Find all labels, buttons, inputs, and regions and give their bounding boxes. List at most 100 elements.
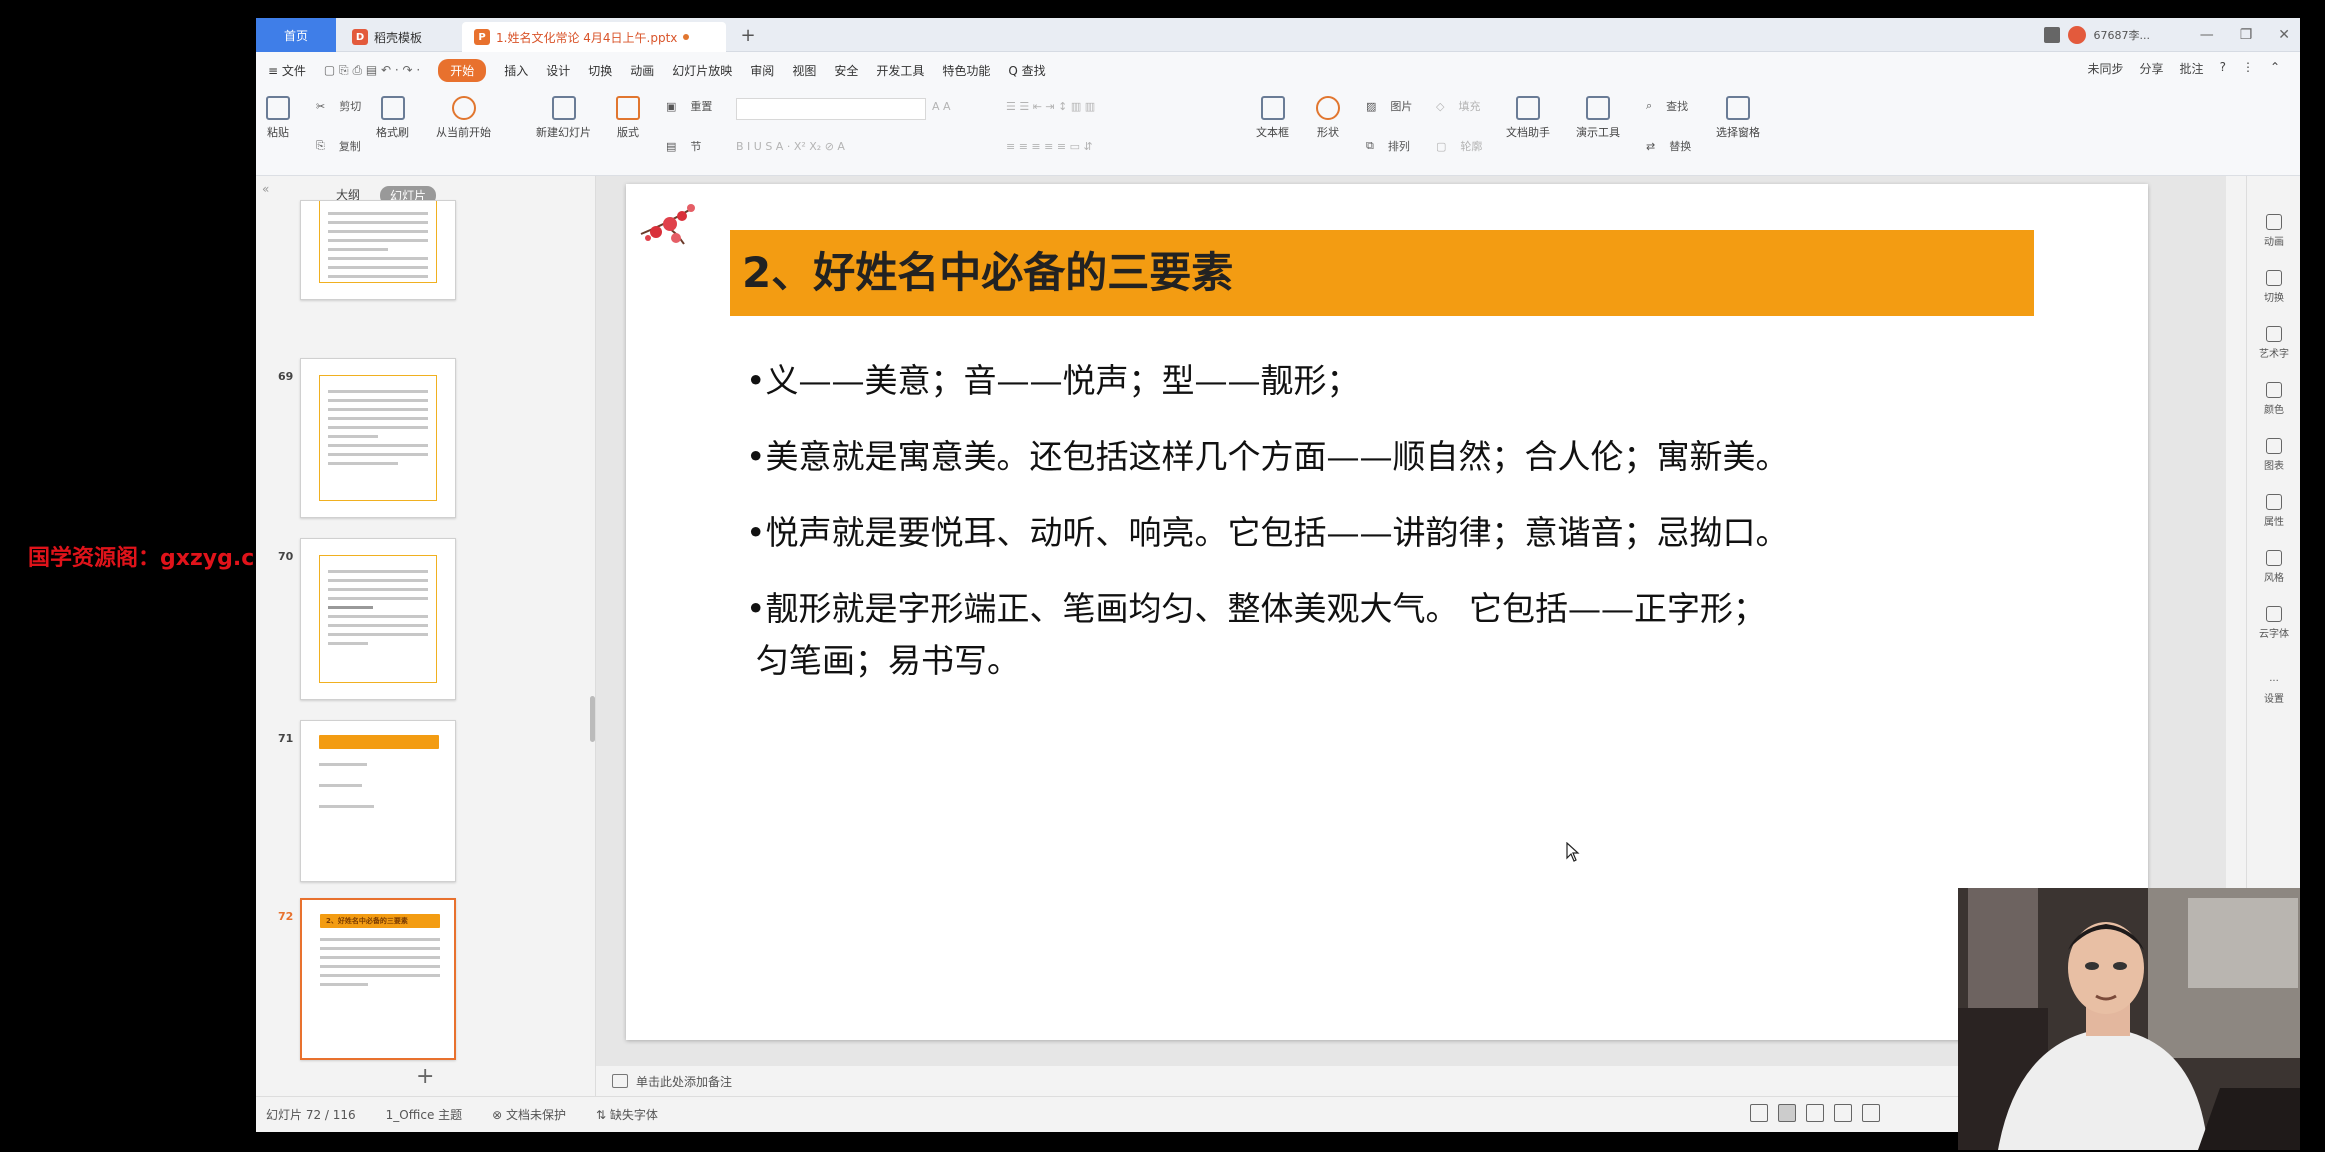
font-style-buttons[interactable]: B I U S A · X² X₂ ⊘ A xyxy=(736,140,845,153)
tab-home[interactable]: 首页 xyxy=(256,18,336,52)
format-painter-button[interactable]: 格式刷 xyxy=(376,96,409,140)
menu-developer[interactable]: 开发工具 xyxy=(876,62,924,79)
slide-thumbnail[interactable] xyxy=(300,538,456,700)
fill-icon: ◇ xyxy=(1436,99,1445,113)
menu-security[interactable]: 安全 xyxy=(834,62,858,79)
pane-style[interactable]: 风格 xyxy=(2247,550,2300,584)
copy-button[interactable]: ⎘ 复制 xyxy=(316,138,361,154)
quick-access-icons[interactable]: ▢ ⎘ ⎙ ▤ ↶ · ↷ · xyxy=(324,63,420,78)
normal-view-icon[interactable] xyxy=(1778,1104,1796,1122)
new-slide-button[interactable]: 新建幻灯片 xyxy=(536,96,591,140)
close-icon[interactable]: ✕ xyxy=(2278,27,2290,43)
paragraph-buttons[interactable]: ☰ ☰ ⇤ ⇥ ↕ ▥ ▥ xyxy=(1006,100,1095,113)
select-pane-icon xyxy=(1726,96,1750,120)
avatar[interactable] xyxy=(2067,26,2086,44)
menu-view[interactable]: 视图 xyxy=(792,62,816,79)
pane-transition[interactable]: 切换 xyxy=(2247,270,2300,304)
menu-features[interactable]: 特色功能 xyxy=(942,62,990,79)
layout-button[interactable]: 版式 xyxy=(616,96,640,140)
align-buttons[interactable]: ≡ ≡ ≡ ≡ ≡ ▭ ⇵ xyxy=(1006,140,1093,153)
comment-button[interactable]: 批注 xyxy=(2180,60,2204,77)
menu-transition[interactable]: 切换 xyxy=(588,62,612,79)
presenter-tools-button[interactable]: 演示工具 xyxy=(1576,96,1620,140)
menu-file[interactable]: ≡ 文件 xyxy=(268,62,306,79)
picture-button[interactable]: ▨ 图片 xyxy=(1366,98,1412,114)
help-icon[interactable]: ? xyxy=(2220,60,2226,77)
tab-template-label: 稻壳模板 xyxy=(374,30,423,45)
sync-status[interactable]: 未同步 xyxy=(2088,60,2124,77)
slide-sorter-icon[interactable] xyxy=(1806,1104,1824,1122)
menu-home[interactable]: 开始 xyxy=(438,58,487,82)
replace-button[interactable]: ⇄ 替换 xyxy=(1646,138,1691,154)
paste-label: 粘贴 xyxy=(267,126,289,139)
slide-thumbnail[interactable] xyxy=(300,358,456,518)
ribbon: 粘贴 ✂剪切 ⎘复制 格式刷 从当前开始 新建幻灯片 版式 ▣重置 ▤节 xyxy=(256,88,2300,176)
current-slide[interactable]: 2、好姓名中必备的三要素 •义——美意；音——悦声；型——靓形； •美意就是寓意… xyxy=(626,184,2148,1040)
menu-search[interactable]: Q 查找 xyxy=(1008,62,1045,79)
arrange-label: 排列 xyxy=(1387,140,1410,153)
section-button[interactable]: ▤ 节 xyxy=(666,138,701,154)
thumbnail-scrollbar[interactable] xyxy=(590,696,595,742)
reset-icon: ▣ xyxy=(666,99,677,113)
reading-view-icon[interactable] xyxy=(1834,1104,1852,1122)
find-button[interactable]: ⌕ 查找 xyxy=(1646,98,1688,114)
pane-color[interactable]: 颜色 xyxy=(2247,382,2300,416)
collapse-panel-icon[interactable]: « xyxy=(262,182,269,196)
mouse-pointer-icon xyxy=(1566,842,1580,862)
pane-properties[interactable]: 属性 xyxy=(2247,494,2300,528)
more-icon[interactable]: ⋮ xyxy=(2242,60,2254,77)
select-pane-label: 选择窗格 xyxy=(1716,126,1760,139)
doc-assistant-label: 文档助手 xyxy=(1506,126,1550,139)
arrange-button[interactable]: ⧉ 排列 xyxy=(1366,138,1410,154)
play-from-current-button[interactable]: 从当前开始 xyxy=(436,96,491,140)
pptx-file-icon: P xyxy=(474,29,490,45)
menu-review[interactable]: 审阅 xyxy=(750,62,774,79)
slide-bullet[interactable]: •悦声就是要悦耳、动听、响亮。它包括——讲韵律；意谐音；忌拗口。 xyxy=(746,506,1788,554)
menu-animation[interactable]: 动画 xyxy=(630,62,654,79)
paste-button[interactable]: 粘贴 xyxy=(266,96,290,140)
pane-cloud-font[interactable]: 云字体 xyxy=(2247,606,2300,640)
reset-button[interactable]: ▣ 重置 xyxy=(666,98,712,114)
notes-toggle-icon[interactable] xyxy=(1750,1104,1768,1122)
slide-title[interactable]: 2、好姓名中必备的三要素 xyxy=(742,230,1233,316)
pane-animation[interactable]: 动画 xyxy=(2247,214,2300,248)
fill-button[interactable]: ◇ 填充 xyxy=(1436,98,1480,114)
pane-chart[interactable]: 图表 xyxy=(2247,438,2300,472)
user-area[interactable]: 67687李... xyxy=(2043,24,2150,46)
textbox-button[interactable]: 文本框 xyxy=(1256,96,1289,140)
collapse-ribbon-icon[interactable]: ⌃ xyxy=(2270,60,2280,77)
slideshow-view-icon[interactable] xyxy=(1862,1104,1880,1122)
font-name-select[interactable] xyxy=(736,98,926,120)
docer-icon: D xyxy=(352,29,368,45)
add-slide-button[interactable]: + xyxy=(416,1064,434,1089)
minimize-icon[interactable]: — xyxy=(2200,27,2214,43)
font-size-buttons[interactable]: A A xyxy=(932,100,951,113)
slide-thumbnail[interactable] xyxy=(300,200,456,300)
tab-template[interactable]: D 稻壳模板 xyxy=(340,22,460,52)
slide-bullet[interactable]: •义——美意；音——悦声；型——靓形； xyxy=(746,354,1359,402)
shape-button[interactable]: 形状 xyxy=(1316,96,1340,140)
menu-insert[interactable]: 插入 xyxy=(504,62,528,79)
presenter-tools-icon xyxy=(1586,96,1610,120)
slide-bullet-continuation[interactable]: 匀笔画；易书写。 xyxy=(756,634,1020,682)
protect-status[interactable]: ⊗ 文档未保护 xyxy=(492,1106,566,1123)
tab-document[interactable]: P 1.姓名文化常论 4月4日上午.pptx xyxy=(462,22,726,52)
pane-settings[interactable]: ··· 设置 xyxy=(2247,676,2300,705)
slide-title-bar: 2、好姓名中必备的三要素 xyxy=(730,230,2034,316)
menu-slideshow[interactable]: 幻灯片放映 xyxy=(672,62,732,79)
pane-wordart[interactable]: 艺术字 xyxy=(2247,326,2300,360)
select-pane-button[interactable]: 选择窗格 xyxy=(1716,96,1760,140)
menu-design[interactable]: 设计 xyxy=(546,62,570,79)
restore-icon[interactable]: ❐ xyxy=(2240,27,2253,43)
slide-thumbnail[interactable] xyxy=(300,720,456,882)
new-tab-button[interactable]: + xyxy=(736,24,760,48)
missing-font-status[interactable]: ⇅ 缺失字体 xyxy=(596,1106,658,1123)
slide-thumbnail-selected[interactable]: 2、好姓名中必备的三要素 xyxy=(300,898,456,1060)
doc-assistant-button[interactable]: 文档助手 xyxy=(1506,96,1550,140)
outline-button[interactable]: ▢ 轮廓 xyxy=(1436,138,1482,154)
slide-bullet[interactable]: •靓形就是字形端正、笔画均匀、整体美观大气。 它包括——正字形； xyxy=(746,582,1766,630)
slide-bullet[interactable]: •美意就是寓意美。还包括这样几个方面——顺自然；合人伦；寓新美。 xyxy=(746,430,1788,478)
cut-button[interactable]: ✂ 剪切 xyxy=(316,98,361,114)
pane-animation-label: 动画 xyxy=(2264,237,2284,248)
share-button[interactable]: 分享 xyxy=(2140,60,2164,77)
